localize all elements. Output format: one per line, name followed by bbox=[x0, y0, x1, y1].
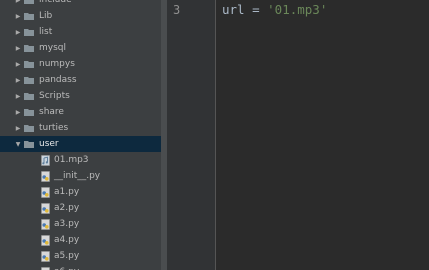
folder-icon bbox=[24, 60, 34, 68]
line-number-gutter: 3 bbox=[167, 0, 216, 270]
tree-item-label: Lib bbox=[39, 11, 53, 21]
folder-icon bbox=[24, 92, 34, 100]
tree-folder-share[interactable]: ▶ share bbox=[0, 104, 161, 120]
tree-file-a6-py[interactable]: a6.py bbox=[0, 264, 161, 270]
audio-file-icon bbox=[41, 154, 50, 166]
python-file-icon bbox=[41, 234, 50, 246]
folder-icon bbox=[24, 0, 34, 4]
folder-icon bbox=[24, 44, 34, 52]
tree-item-label: user bbox=[39, 139, 59, 149]
tree-file-a4-py[interactable]: a4.py bbox=[0, 232, 161, 248]
tree-folder-include[interactable]: ▶ include bbox=[0, 0, 161, 8]
tree-item-label: __init__.py bbox=[54, 171, 101, 181]
tree-item-label: share bbox=[39, 107, 64, 117]
python-file-icon bbox=[41, 218, 50, 230]
folder-icon bbox=[24, 124, 34, 132]
tree-item-label: turties bbox=[39, 123, 69, 133]
folder-icon bbox=[24, 108, 34, 116]
tree-file-init-py[interactable]: __init__.py bbox=[0, 168, 161, 184]
tree-folder-turties[interactable]: ▶ turties bbox=[0, 120, 161, 136]
chevron-right-icon[interactable]: ▶ bbox=[12, 93, 24, 100]
tree-item-label: a4.py bbox=[54, 235, 80, 245]
tree-file-a3-py[interactable]: a3.py bbox=[0, 216, 161, 232]
tree-folder-user[interactable]: ▼ user bbox=[0, 136, 161, 152]
folder-icon bbox=[24, 140, 34, 148]
tree-folder-numpys[interactable]: ▶ numpys bbox=[0, 56, 161, 72]
code-identifier: url bbox=[222, 2, 245, 17]
code-editor[interactable]: url = '01.mp3' bbox=[216, 0, 429, 270]
code-line[interactable]: url = '01.mp3' bbox=[222, 2, 327, 17]
line-number: 3 bbox=[173, 3, 181, 17]
tree-item-label: include bbox=[39, 0, 72, 5]
tree-folder-mysql[interactable]: ▶ mysql bbox=[0, 40, 161, 56]
python-file-icon bbox=[41, 250, 50, 262]
tree-item-label: a2.py bbox=[54, 203, 80, 213]
tree-folder-scripts[interactable]: ▶ Scripts bbox=[0, 88, 161, 104]
tree-file-a5-py[interactable]: a5.py bbox=[0, 248, 161, 264]
tree-item-label: a3.py bbox=[54, 219, 80, 229]
python-file-icon bbox=[41, 186, 50, 198]
chevron-right-icon[interactable]: ▶ bbox=[12, 13, 24, 20]
tree-item-label: mysql bbox=[39, 43, 66, 53]
folder-icon bbox=[24, 76, 34, 84]
tree-item-label: list bbox=[39, 27, 53, 37]
tree-folder-lib[interactable]: ▶ Lib bbox=[0, 8, 161, 24]
chevron-right-icon[interactable]: ▶ bbox=[12, 0, 24, 4]
tree-item-label: numpys bbox=[39, 59, 75, 69]
python-file-icon bbox=[41, 266, 50, 270]
code-string-literal: '01.mp3' bbox=[267, 2, 328, 17]
python-file-icon bbox=[41, 170, 50, 182]
project-tree-panel: ▶ include ▶ Lib ▶ list ▶ mysql ▶ numpys ▶ pandass ▶ S… bbox=[0, 0, 161, 270]
folder-icon bbox=[24, 12, 34, 20]
chevron-right-icon[interactable]: ▶ bbox=[12, 109, 24, 116]
tree-item-label: Scripts bbox=[39, 91, 70, 101]
ide-window: ▶ include ▶ Lib ▶ list ▶ mysql ▶ numpys ▶ pandass ▶ S… bbox=[0, 0, 429, 270]
tree-file-a1-py[interactable]: a1.py bbox=[0, 184, 161, 200]
tree-folder-list[interactable]: ▶ list bbox=[0, 24, 161, 40]
chevron-right-icon[interactable]: ▶ bbox=[12, 29, 24, 36]
tree-item-label: a5.py bbox=[54, 251, 80, 261]
chevron-down-icon[interactable]: ▼ bbox=[12, 141, 24, 148]
python-file-icon bbox=[41, 202, 50, 214]
tree-item-label: 01.mp3 bbox=[54, 155, 89, 165]
chevron-right-icon[interactable]: ▶ bbox=[12, 45, 24, 52]
tree-file-01-mp3[interactable]: 01.mp3 bbox=[0, 152, 161, 168]
tree-item-label: pandass bbox=[39, 75, 77, 85]
chevron-right-icon[interactable]: ▶ bbox=[12, 125, 24, 132]
chevron-right-icon[interactable]: ▶ bbox=[12, 77, 24, 84]
tree-file-a2-py[interactable]: a2.py bbox=[0, 200, 161, 216]
tree-folder-pandass[interactable]: ▶ pandass bbox=[0, 72, 161, 88]
code-operator: = bbox=[244, 2, 268, 17]
chevron-right-icon[interactable]: ▶ bbox=[12, 61, 24, 68]
folder-icon bbox=[24, 28, 34, 36]
tree-item-label: a1.py bbox=[54, 187, 80, 197]
